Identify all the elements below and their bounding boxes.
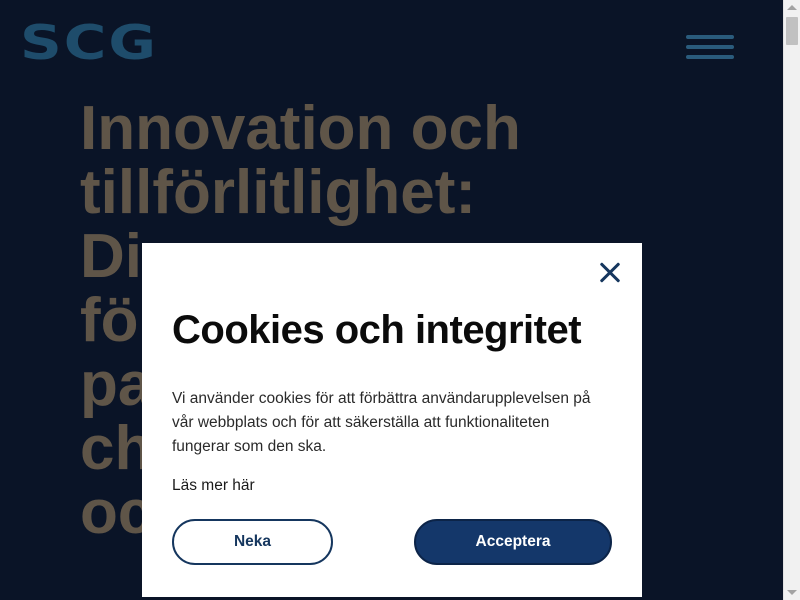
scroll-down-arrow-icon[interactable] (787, 590, 797, 595)
menu-line (686, 35, 734, 39)
menu-line (686, 45, 734, 49)
cookie-consent-dialog: Cookies och integritet Vi använder cooki… (142, 243, 642, 597)
accept-button[interactable]: Acceptera (414, 519, 612, 565)
dialog-title: Cookies och integritet (172, 308, 582, 352)
menu-line (686, 55, 734, 59)
page-scrollbar[interactable] (783, 0, 800, 600)
scroll-up-arrow-icon[interactable] (787, 5, 797, 10)
hamburger-menu-icon[interactable] (686, 33, 734, 63)
hero-line-4: fö (80, 286, 139, 355)
decline-button[interactable]: Neka (172, 519, 333, 565)
scrollbar-thumb[interactable] (786, 17, 798, 45)
scg-logo[interactable]: SCG (20, 19, 158, 67)
dialog-body-text: Vi använder cookies för att förbättra an… (172, 390, 591, 455)
hero-line-3: Di (80, 222, 142, 291)
read-more-link[interactable]: Läs mer här (172, 475, 255, 497)
close-icon[interactable] (598, 261, 622, 285)
hero-line-2: tillförlitlighet: (80, 158, 477, 227)
hero-line-1: Innovation och (80, 94, 521, 163)
